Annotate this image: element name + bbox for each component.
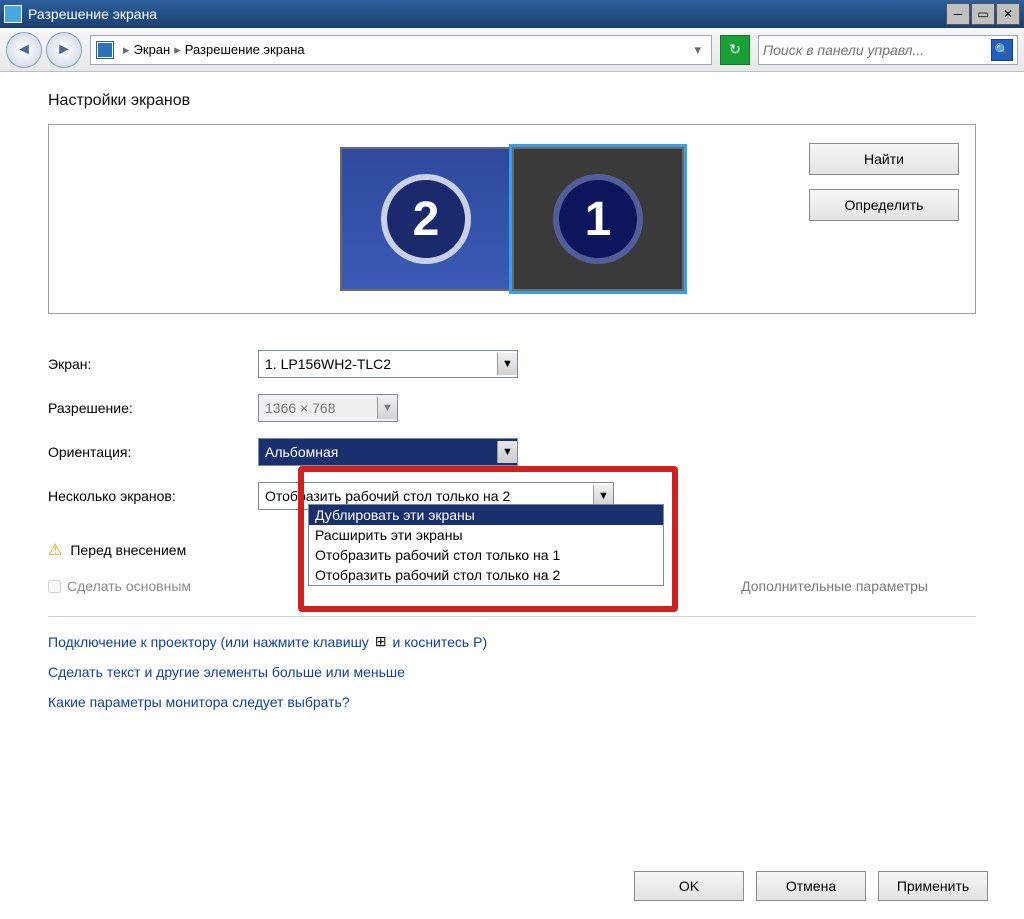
- warning-icon: ⚠: [48, 540, 62, 560]
- back-button[interactable]: ◄: [6, 32, 42, 68]
- warning-text-pre: Перед внесением: [70, 542, 186, 558]
- projector-link-post: и коснитесь P): [393, 634, 488, 650]
- multi-option-extend[interactable]: Расширить эти экраны: [309, 525, 663, 545]
- which-settings-link[interactable]: Какие параметры монитора следует выбрать…: [48, 694, 976, 710]
- multi-displays-value: Отобразить рабочий стол только на 2: [265, 488, 593, 504]
- identify-button[interactable]: Определить: [809, 189, 959, 221]
- multi-displays-label: Несколько экранов:: [48, 488, 258, 504]
- windows-key-icon: ⊞: [375, 633, 387, 650]
- monitor-1[interactable]: 1: [512, 147, 684, 291]
- chevron-icon: ▸: [123, 42, 130, 58]
- primary-checkbox[interactable]: [48, 580, 61, 593]
- refresh-button[interactable]: ↻: [720, 35, 750, 65]
- chevron-icon: ▸: [174, 42, 181, 58]
- apply-button[interactable]: Применить: [878, 871, 988, 901]
- divider: [48, 616, 976, 617]
- chevron-down-icon[interactable]: ▼: [497, 441, 517, 463]
- cancel-button[interactable]: Отмена: [756, 871, 866, 901]
- orientation-value: Альбомная: [265, 444, 497, 460]
- page-title: Настройки экранов: [48, 92, 976, 110]
- find-button[interactable]: Найти: [809, 143, 959, 175]
- orientation-label: Ориентация:: [48, 444, 258, 460]
- app-icon: [4, 5, 22, 23]
- display-value: 1. LP156WH2-TLC2: [265, 356, 497, 372]
- multi-option-duplicate[interactable]: Дублировать эти экраны: [309, 505, 663, 525]
- search-box[interactable]: 🔍: [758, 35, 1018, 65]
- breadcrumb-level1[interactable]: Экран: [134, 42, 171, 57]
- textsizing-link[interactable]: Сделать текст и другие элементы больше и…: [48, 664, 976, 680]
- toolbar: ◄ ► ▸ Экран ▸ Разрешение экрана ▾ ↻ 🔍: [0, 28, 1024, 72]
- resolution-value: 1366 × 768: [265, 400, 377, 416]
- titlebar: Разрешение экрана ─ ▭ ✕: [0, 0, 1024, 28]
- resolution-dropdown[interactable]: 1366 × 768 ▼: [258, 394, 398, 422]
- display-label: Экран:: [48, 356, 258, 372]
- projector-link-pre: Подключение к проектору (или нажмите кла…: [48, 634, 369, 650]
- display-icon: [97, 42, 113, 58]
- address-bar[interactable]: ▸ Экран ▸ Разрешение экрана ▾: [90, 35, 712, 65]
- monitor-2[interactable]: 2: [340, 147, 512, 291]
- chevron-down-icon[interactable]: ▾: [694, 42, 701, 58]
- advanced-settings-link[interactable]: Дополнительные параметры: [741, 578, 928, 594]
- window-title: Разрешение экрана: [28, 6, 945, 22]
- search-input[interactable]: [763, 42, 991, 58]
- projector-link[interactable]: Подключение к проектору (или нажмите кла…: [48, 633, 976, 650]
- multi-option-only2[interactable]: Отобразить рабочий стол только на 2: [309, 565, 663, 585]
- chevron-down-icon[interactable]: ▼: [377, 397, 397, 419]
- display-preview: 2 1 Найти Определить: [48, 124, 976, 314]
- primary-checkbox-label: Сделать основным: [67, 578, 191, 594]
- orientation-dropdown[interactable]: Альбомная ▼: [258, 438, 518, 466]
- multi-option-only1[interactable]: Отобразить рабочий стол только на 1: [309, 545, 663, 565]
- chevron-down-icon[interactable]: ▼: [497, 353, 517, 375]
- breadcrumb-level2[interactable]: Разрешение экрана: [185, 42, 305, 57]
- display-dropdown[interactable]: 1. LP156WH2-TLC2 ▼: [258, 350, 518, 378]
- forward-button[interactable]: ►: [46, 32, 82, 68]
- close-button[interactable]: ✕: [996, 3, 1020, 25]
- search-icon[interactable]: 🔍: [991, 39, 1013, 61]
- monitor-badge-2: 2: [381, 174, 471, 264]
- ok-button[interactable]: OK: [634, 871, 744, 901]
- footer-buttons: OK Отмена Применить: [634, 871, 988, 901]
- resolution-label: Разрешение:: [48, 400, 258, 416]
- monitor-badge-1: 1: [553, 174, 643, 264]
- main-content: Настройки экранов 2 1 Найти Определить Э…: [0, 72, 1024, 710]
- multi-displays-options: Дублировать эти экраны Расширить эти экр…: [308, 504, 664, 586]
- maximize-button[interactable]: ▭: [971, 3, 995, 25]
- minimize-button[interactable]: ─: [946, 3, 970, 25]
